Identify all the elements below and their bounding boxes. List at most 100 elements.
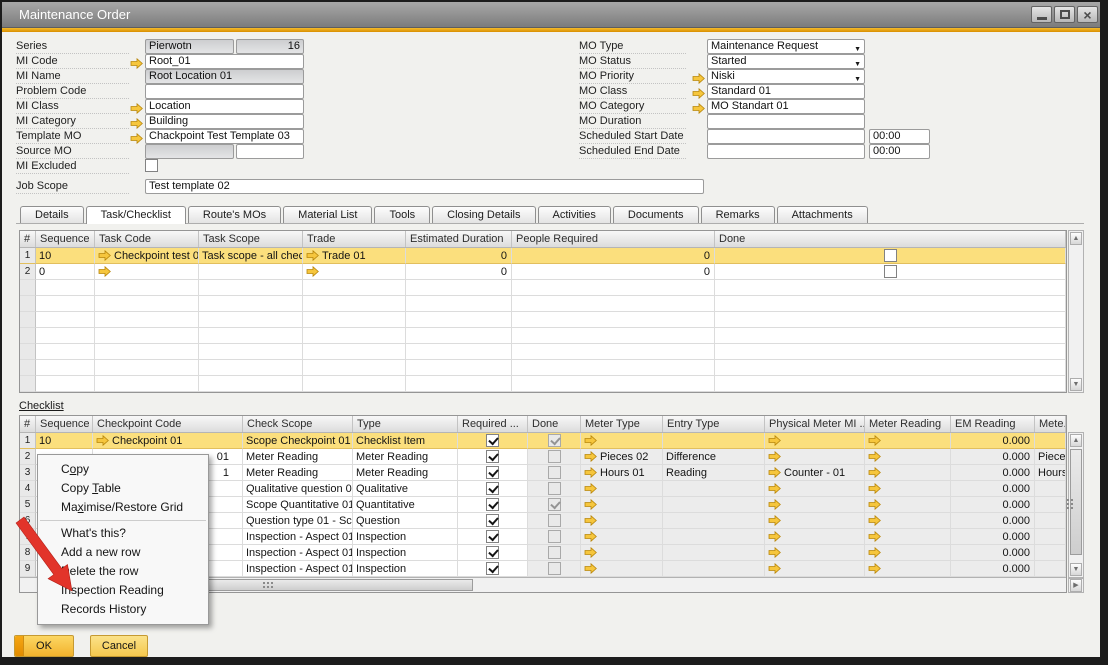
row-number-cell[interactable]: 1 [20,248,36,264]
task-scope-cell[interactable] [199,376,303,392]
link-arrow-icon[interactable] [584,531,597,542]
scheduled-end-time-field[interactable]: 00:00 [869,144,930,159]
link-arrow-icon[interactable] [768,435,781,446]
row-number-cell[interactable]: 1 [20,433,36,449]
entry-type-cell[interactable] [663,561,765,577]
row-number-cell[interactable]: 2 [20,449,36,465]
checkbox[interactable] [884,265,897,278]
estimated-duration-cell[interactable]: 0 [406,264,512,280]
task-scope-cell[interactable] [199,360,303,376]
physical-meter-cell[interactable] [765,561,865,577]
meter-reading-cell[interactable] [865,545,951,561]
required-cell[interactable] [458,433,528,449]
link-arrow-icon[interactable] [768,547,781,558]
meter-type-cell[interactable]: Hours 01 [581,465,663,481]
meter-type-cell[interactable] [581,481,663,497]
col-header-task-scope[interactable]: Task Scope [199,231,303,247]
meter-reading-cell[interactable] [865,465,951,481]
estimated-duration-cell[interactable]: 0 [406,248,512,264]
mi-category-field[interactable]: Building [145,114,304,129]
required-cell[interactable] [458,497,528,513]
problem-code-field[interactable] [145,84,304,99]
done-cell[interactable] [715,360,1066,376]
col-header-type[interactable]: Type [353,416,458,432]
task-code-cell[interactable] [95,328,199,344]
meter-type-cell[interactable] [581,433,663,449]
checkbox[interactable] [486,562,499,575]
type-cell[interactable]: Meter Reading [353,449,458,465]
meter-type-cell[interactable] [581,529,663,545]
trade-cell[interactable] [303,264,406,280]
meter-reading-cell[interactable] [865,561,951,577]
mete-cell[interactable] [1035,481,1066,497]
mo-status-dropdown[interactable]: Started▼ [707,54,865,69]
checkbox[interactable] [548,498,561,511]
sequence-cell[interactable] [36,280,95,296]
check-scope-cell[interactable]: Qualitative question 01 [243,481,353,497]
tab-remarks[interactable]: Remarks [701,206,775,223]
mi-class-field[interactable]: Location [145,99,304,114]
physical-meter-cell[interactable] [765,513,865,529]
people-required-cell[interactable] [512,312,715,328]
people-required-cell[interactable] [512,344,715,360]
mete-cell[interactable] [1035,513,1066,529]
meter-reading-cell[interactable] [865,497,951,513]
done-cell[interactable] [715,344,1066,360]
em-reading-cell[interactable]: 0.000 [951,529,1035,545]
task-scope-cell[interactable] [199,312,303,328]
sequence-cell[interactable] [36,344,95,360]
type-cell[interactable]: Meter Reading [353,465,458,481]
close-button[interactable]: × [1077,6,1098,23]
done-cell[interactable] [715,376,1066,392]
task-code-cell[interactable] [95,360,199,376]
link-arrow-icon[interactable] [692,71,705,82]
checkbox[interactable] [548,434,561,447]
checklist-table-vscrollbar[interactable]: ▲ ▼ [1068,432,1084,578]
physical-meter-cell[interactable] [765,481,865,497]
done-cell[interactable] [715,248,1066,264]
trade-cell[interactable] [303,360,406,376]
task-code-cell[interactable] [95,312,199,328]
task-code-cell[interactable] [95,376,199,392]
trade-cell[interactable] [303,280,406,296]
done-cell[interactable] [528,449,581,465]
checkbox[interactable] [486,450,499,463]
col-header-physical-meter[interactable]: Physical Meter MI ... [765,416,865,432]
col-header-estimated-duration[interactable]: Estimated Duration [406,231,512,247]
link-arrow-icon[interactable] [130,116,143,127]
check-scope-cell[interactable]: Inspection - Aspect 01, [243,529,353,545]
estimated-duration-cell[interactable] [406,344,512,360]
meter-reading-cell[interactable] [865,513,951,529]
task-scope-cell[interactable]: Task scope - all checkp [199,248,303,264]
scheduled-start-date-field[interactable] [707,129,865,144]
physical-meter-cell[interactable] [765,545,865,561]
sequence-cell[interactable]: 10 [36,433,93,449]
link-arrow-icon[interactable] [868,483,881,494]
table-row[interactable]: 110Checkpoint test 01Task scope - all ch… [20,248,1066,264]
col-header-trade[interactable]: Trade [303,231,406,247]
sequence-cell[interactable] [36,328,95,344]
table-row[interactable] [20,360,1066,376]
link-arrow-icon[interactable] [584,483,597,494]
type-cell[interactable]: Inspection [353,529,458,545]
meter-reading-cell[interactable] [865,449,951,465]
scheduled-start-time-field[interactable]: 00:00 [869,129,930,144]
scroll-down-icon[interactable]: ▼ [1070,563,1082,576]
trade-cell[interactable] [303,344,406,360]
people-required-cell[interactable]: 0 [512,248,715,264]
task-scope-cell[interactable] [199,296,303,312]
checkbox[interactable] [548,514,561,527]
scheduled-end-date-field[interactable] [707,144,865,159]
meter-type-cell[interactable] [581,497,663,513]
tab-task-checklist[interactable]: Task/Checklist [86,206,186,224]
link-arrow-icon[interactable] [868,547,881,558]
col-header-em-reading[interactable]: EM Reading [951,416,1035,432]
link-arrow-icon[interactable] [130,101,143,112]
link-arrow-icon[interactable] [584,515,597,526]
trade-cell[interactable] [303,312,406,328]
done-cell[interactable] [528,545,581,561]
entry-type-cell[interactable] [663,513,765,529]
link-arrow-icon[interactable] [868,467,881,478]
tab-activities[interactable]: Activities [538,206,611,223]
template-mo-field[interactable]: Chackpoint Test Template 03 [145,129,304,144]
